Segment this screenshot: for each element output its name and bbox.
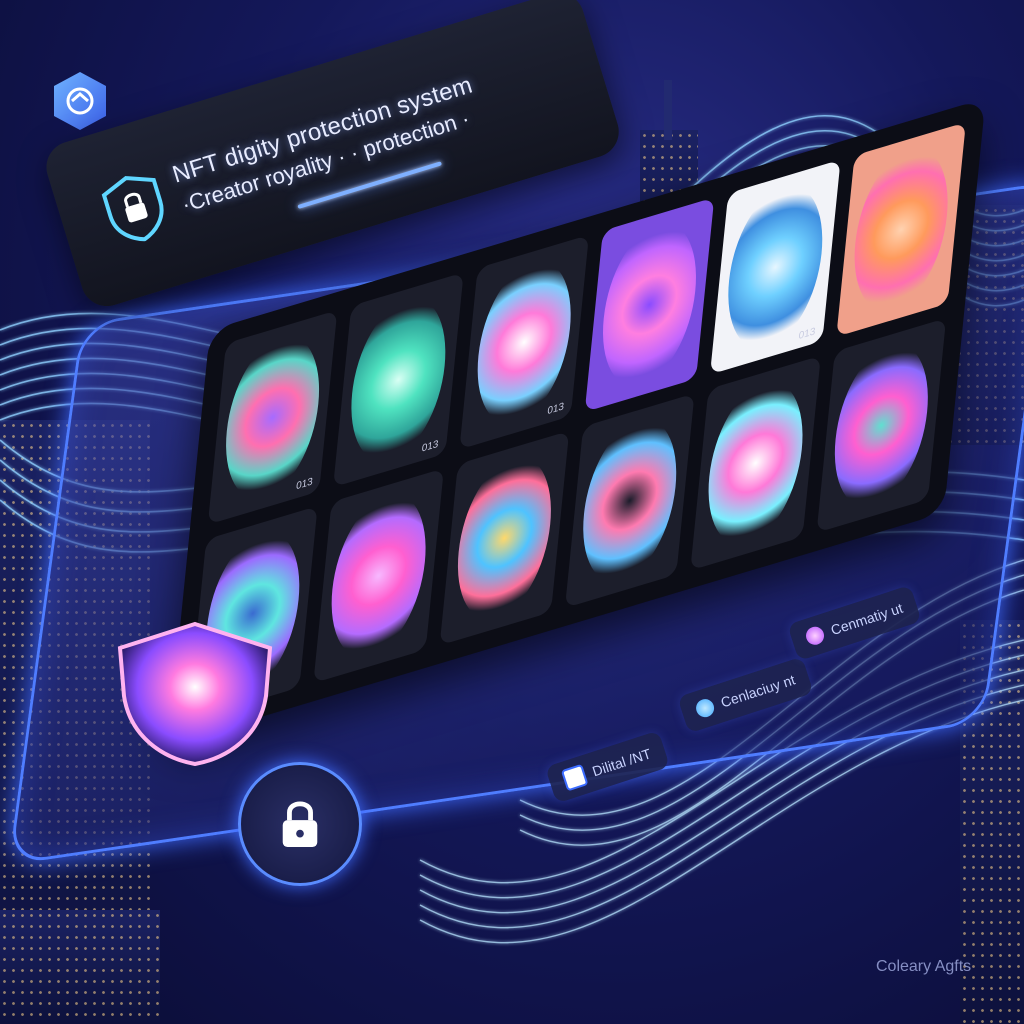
nft-card[interactable]: 013	[710, 159, 841, 375]
nft-artwork	[701, 368, 810, 558]
protected-nft-shield-icon	[117, 621, 273, 767]
nft-card[interactable]: 013	[207, 309, 338, 525]
nft-card-tag: 013	[421, 438, 439, 455]
nft-artwork	[846, 135, 955, 324]
nft-card[interactable]: 013	[458, 234, 590, 450]
nft-artwork	[450, 444, 559, 633]
shield-lock-icon	[101, 176, 164, 242]
nft-card-tag: 013	[546, 400, 565, 418]
flower-icon	[803, 624, 827, 648]
nft-card[interactable]	[584, 197, 715, 413]
lock-button[interactable]	[238, 762, 362, 886]
nft-card-tag: 013	[295, 476, 314, 493]
nft-artwork	[324, 481, 433, 670]
nft-card[interactable]	[439, 430, 570, 646]
nft-card[interactable]	[835, 122, 966, 337]
lock-icon	[282, 801, 318, 848]
nft-card[interactable]	[816, 318, 947, 533]
nft-artwork	[575, 406, 684, 595]
nft-artwork	[827, 331, 936, 520]
flower-icon	[693, 696, 717, 720]
nft-card[interactable]: 013	[333, 272, 464, 488]
nft-card[interactable]	[313, 468, 444, 684]
nft-artwork	[595, 210, 704, 399]
nft-card[interactable]	[690, 355, 821, 571]
nft-card-tag: 013	[798, 325, 816, 343]
pill-label: Dilital /NT	[590, 745, 653, 780]
nft-card[interactable]	[564, 393, 695, 609]
grid-icon	[560, 763, 589, 792]
watermark: Coleary Agfts	[876, 958, 972, 975]
app-logo-icon	[54, 72, 106, 130]
